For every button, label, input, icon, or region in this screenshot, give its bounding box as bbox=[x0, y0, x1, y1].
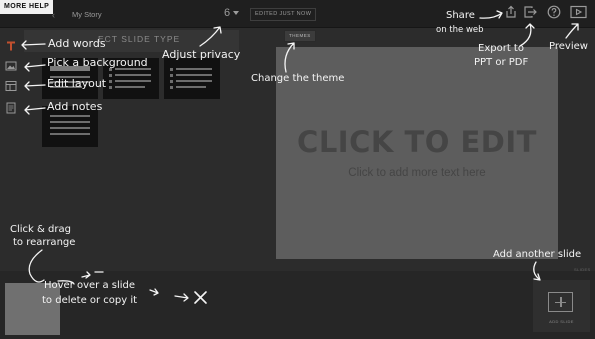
chevron-down-icon bbox=[233, 11, 240, 16]
slide-subtitle[interactable]: Click to add more text here bbox=[276, 167, 558, 179]
top-bar: MORE HELP ‹ My Story 6 EDITED JUST NOW bbox=[0, 0, 595, 28]
annotation-edit-layout: Edit layout bbox=[47, 77, 107, 90]
background-icon[interactable] bbox=[5, 60, 17, 72]
annotation-add-words: Add words bbox=[48, 37, 106, 50]
annotation-add-notes: Add notes bbox=[47, 100, 103, 113]
annotation-export-line2: PPT or PDF bbox=[474, 57, 529, 68]
save-status: EDITED JUST NOW bbox=[250, 8, 317, 21]
notes-icon[interactable] bbox=[5, 102, 17, 114]
story-title[interactable]: My Story bbox=[72, 10, 102, 19]
annotation-share-line1: Share bbox=[446, 10, 475, 21]
add-slide-label[interactable]: ADD SLIDE bbox=[533, 319, 590, 324]
export-icon[interactable] bbox=[523, 5, 537, 19]
annotation-share-line2: on the web bbox=[436, 25, 484, 35]
annotation-add-another-slide: Add another slide bbox=[493, 249, 582, 260]
slide-type-title: ECT SLIDE TYPE bbox=[98, 34, 181, 44]
editor-app: MORE HELP ‹ My Story 6 EDITED JUST NOW E… bbox=[0, 0, 595, 339]
themes-button[interactable]: THEMES bbox=[284, 30, 316, 42]
privacy-dropdown[interactable]: 6 bbox=[224, 7, 240, 19]
plus-icon[interactable] bbox=[548, 292, 573, 312]
preview-icon[interactable] bbox=[570, 5, 587, 19]
layout-icon[interactable] bbox=[5, 80, 17, 92]
annotation-change-theme: Change the theme bbox=[251, 73, 345, 84]
share-icon[interactable] bbox=[504, 5, 518, 19]
annotation-hover-line1: Hover over a slide bbox=[44, 280, 136, 291]
annotation-click-drag-line2: to rearrange bbox=[13, 237, 76, 248]
slide-title[interactable]: CLICK TO EDIT bbox=[276, 125, 558, 159]
privacy-value: 6 bbox=[224, 7, 231, 19]
help-icon[interactable] bbox=[547, 5, 561, 19]
annotation-hover-line2: to delete or copy it bbox=[42, 295, 138, 306]
more-help-button[interactable]: MORE HELP bbox=[0, 0, 54, 14]
annotation-adjust-privacy: Adjust privacy bbox=[162, 48, 241, 61]
text-icon[interactable] bbox=[5, 40, 17, 52]
annotation-pick-background: Pick a background bbox=[47, 56, 148, 69]
filmstrip-label: SLIDES bbox=[574, 267, 591, 272]
annotation-click-drag-line1: Click & drag bbox=[10, 224, 71, 235]
annotation-export-line1: Export to bbox=[478, 43, 524, 54]
layout-option[interactable] bbox=[164, 58, 220, 99]
back-arrow-icon[interactable]: ‹ bbox=[52, 10, 62, 20]
annotation-preview: Preview bbox=[549, 41, 588, 52]
